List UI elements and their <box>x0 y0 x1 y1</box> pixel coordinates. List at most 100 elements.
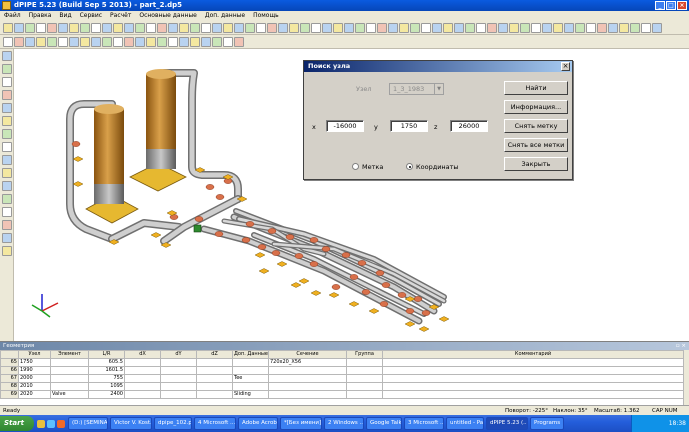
toolbar-button-icon[interactable] <box>333 22 343 33</box>
table-cell[interactable] <box>160 374 197 383</box>
toolbar-button-icon[interactable] <box>234 36 244 47</box>
taskbar-item[interactable]: untitled - Paint <box>446 417 484 430</box>
element-tool-icon[interactable] <box>1 51 12 61</box>
clear-marker-button[interactable]: Снять метку <box>504 119 568 133</box>
element-tool-icon[interactable] <box>1 207 12 217</box>
column-header[interactable]: Группа <box>346 350 383 359</box>
toolbar-button-icon[interactable] <box>630 22 640 33</box>
toolbar-button-icon[interactable] <box>190 36 200 47</box>
coordinates-radio[interactable] <box>406 163 413 170</box>
x-coordinate-input[interactable] <box>326 120 364 132</box>
toolbar-button-icon[interactable] <box>311 22 321 33</box>
toolbar-button-icon[interactable] <box>146 22 156 33</box>
table-cell[interactable] <box>196 358 233 367</box>
table-cell[interactable] <box>196 374 233 383</box>
toolbar-button-icon[interactable] <box>157 36 167 47</box>
table-cell[interactable]: 69 <box>0 390 19 399</box>
table-cell[interactable] <box>160 390 197 399</box>
clear-all-markers-button[interactable]: Снять все метки <box>504 138 568 152</box>
taskbar-item[interactable]: Victor V. Kost... <box>110 417 152 430</box>
taskbar-item[interactable]: Adobe Acrob... <box>238 417 278 430</box>
toolbar-button-icon[interactable] <box>80 36 90 47</box>
toolbar-button-icon[interactable] <box>91 22 101 33</box>
toolbar-button-icon[interactable] <box>443 22 453 33</box>
table-cell[interactable]: Tee <box>232 374 269 383</box>
column-header[interactable]: Доп. Данные <box>232 350 269 359</box>
toolbar-button-icon[interactable] <box>619 22 629 33</box>
toolbar-button-icon[interactable] <box>245 22 255 33</box>
toolbar-button-icon[interactable] <box>102 36 112 47</box>
minimize-button[interactable]: _ <box>655 1 665 10</box>
panel-controls[interactable]: ▫ × <box>676 342 686 350</box>
menu-file[interactable]: Файл <box>4 11 21 21</box>
menu-extra-data[interactable]: Доп. данные <box>205 11 245 21</box>
toolbar-button-icon[interactable] <box>542 22 552 33</box>
maximize-button[interactable]: □ <box>666 1 676 10</box>
element-tool-icon[interactable] <box>1 90 12 100</box>
toolbar-button-icon[interactable] <box>498 22 508 33</box>
table-cell[interactable]: 66 <box>0 366 19 375</box>
table-cell[interactable]: 2400 <box>88 390 125 399</box>
toolbar-button-icon[interactable] <box>289 22 299 33</box>
z-coordinate-input[interactable] <box>450 120 488 132</box>
toolbar-button-icon[interactable] <box>223 22 233 33</box>
table-cell[interactable]: 1601.5 <box>88 366 125 375</box>
table-cell[interactable] <box>346 382 383 391</box>
toolbar-button-icon[interactable] <box>157 22 167 33</box>
table-cell[interactable] <box>160 366 197 375</box>
toolbar-button-icon[interactable] <box>168 22 178 33</box>
table-cell[interactable] <box>232 358 269 367</box>
toolbar-button-icon[interactable] <box>465 22 475 33</box>
toolbar-button-icon[interactable] <box>201 36 211 47</box>
table-cell[interactable]: 755 <box>88 374 125 383</box>
toolbar-button-icon[interactable] <box>520 22 530 33</box>
column-header[interactable]: Узел <box>18 350 51 359</box>
toolbar-button-icon[interactable] <box>25 36 35 47</box>
column-header[interactable]: L/R <box>88 350 125 359</box>
toolbar-button-icon[interactable] <box>124 36 134 47</box>
element-tool-icon[interactable] <box>1 220 12 230</box>
toolbar-button-icon[interactable] <box>14 22 24 33</box>
toolbar-button-icon[interactable] <box>3 22 13 33</box>
table-cell[interactable] <box>382 366 684 375</box>
toolbar-button-icon[interactable] <box>355 22 365 33</box>
quicklaunch-icon[interactable] <box>57 419 65 428</box>
element-tool-icon[interactable] <box>1 142 12 152</box>
find-button[interactable]: Найти <box>504 81 568 95</box>
menu-service[interactable]: Сервис <box>80 11 102 21</box>
column-header[interactable]: Элемент <box>50 350 89 359</box>
table-cell[interactable]: 2000 <box>18 374 51 383</box>
toolbar-button-icon[interactable] <box>322 22 332 33</box>
toolbar-button-icon[interactable] <box>509 22 519 33</box>
toolbar-button-icon[interactable] <box>586 22 596 33</box>
toolbar-button-icon[interactable] <box>476 22 486 33</box>
taskbar-item[interactable]: dpipe_102.ppt <box>154 417 192 430</box>
toolbar-button-icon[interactable] <box>641 22 651 33</box>
start-button[interactable]: Start <box>0 416 34 431</box>
toolbar-button-icon[interactable] <box>575 22 585 33</box>
toolbar-button-icon[interactable] <box>234 22 244 33</box>
toolbar-button-icon[interactable] <box>80 22 90 33</box>
table-cell[interactable]: 2010 <box>18 382 51 391</box>
element-tool-icon[interactable] <box>1 155 12 165</box>
element-tool-icon[interactable] <box>1 77 12 87</box>
table-cell[interactable] <box>268 390 347 399</box>
table-cell[interactable] <box>382 390 684 399</box>
taskbar-item[interactable]: 3 Microsoft ... <box>404 417 444 430</box>
column-header[interactable]: dZ <box>196 350 233 359</box>
table-cell[interactable]: 65 <box>0 358 19 367</box>
table-cell[interactable] <box>268 382 347 391</box>
quicklaunch-icon[interactable] <box>47 419 55 428</box>
table-cell[interactable] <box>346 366 383 375</box>
toolbar-button-icon[interactable] <box>190 22 200 33</box>
toolbar-button-icon[interactable] <box>366 22 376 33</box>
table-cell[interactable]: 67 <box>0 374 19 383</box>
toolbar-button-icon[interactable] <box>553 22 563 33</box>
toolbar-button-icon[interactable] <box>14 36 24 47</box>
table-row[interactable]: 68 2010 1095 <box>0 382 684 391</box>
toolbar-button-icon[interactable] <box>58 22 68 33</box>
geometry-scrollbar[interactable] <box>683 350 689 406</box>
table-cell[interactable] <box>124 382 161 391</box>
table-cell[interactable] <box>124 390 161 399</box>
table-cell[interactable] <box>196 366 233 375</box>
